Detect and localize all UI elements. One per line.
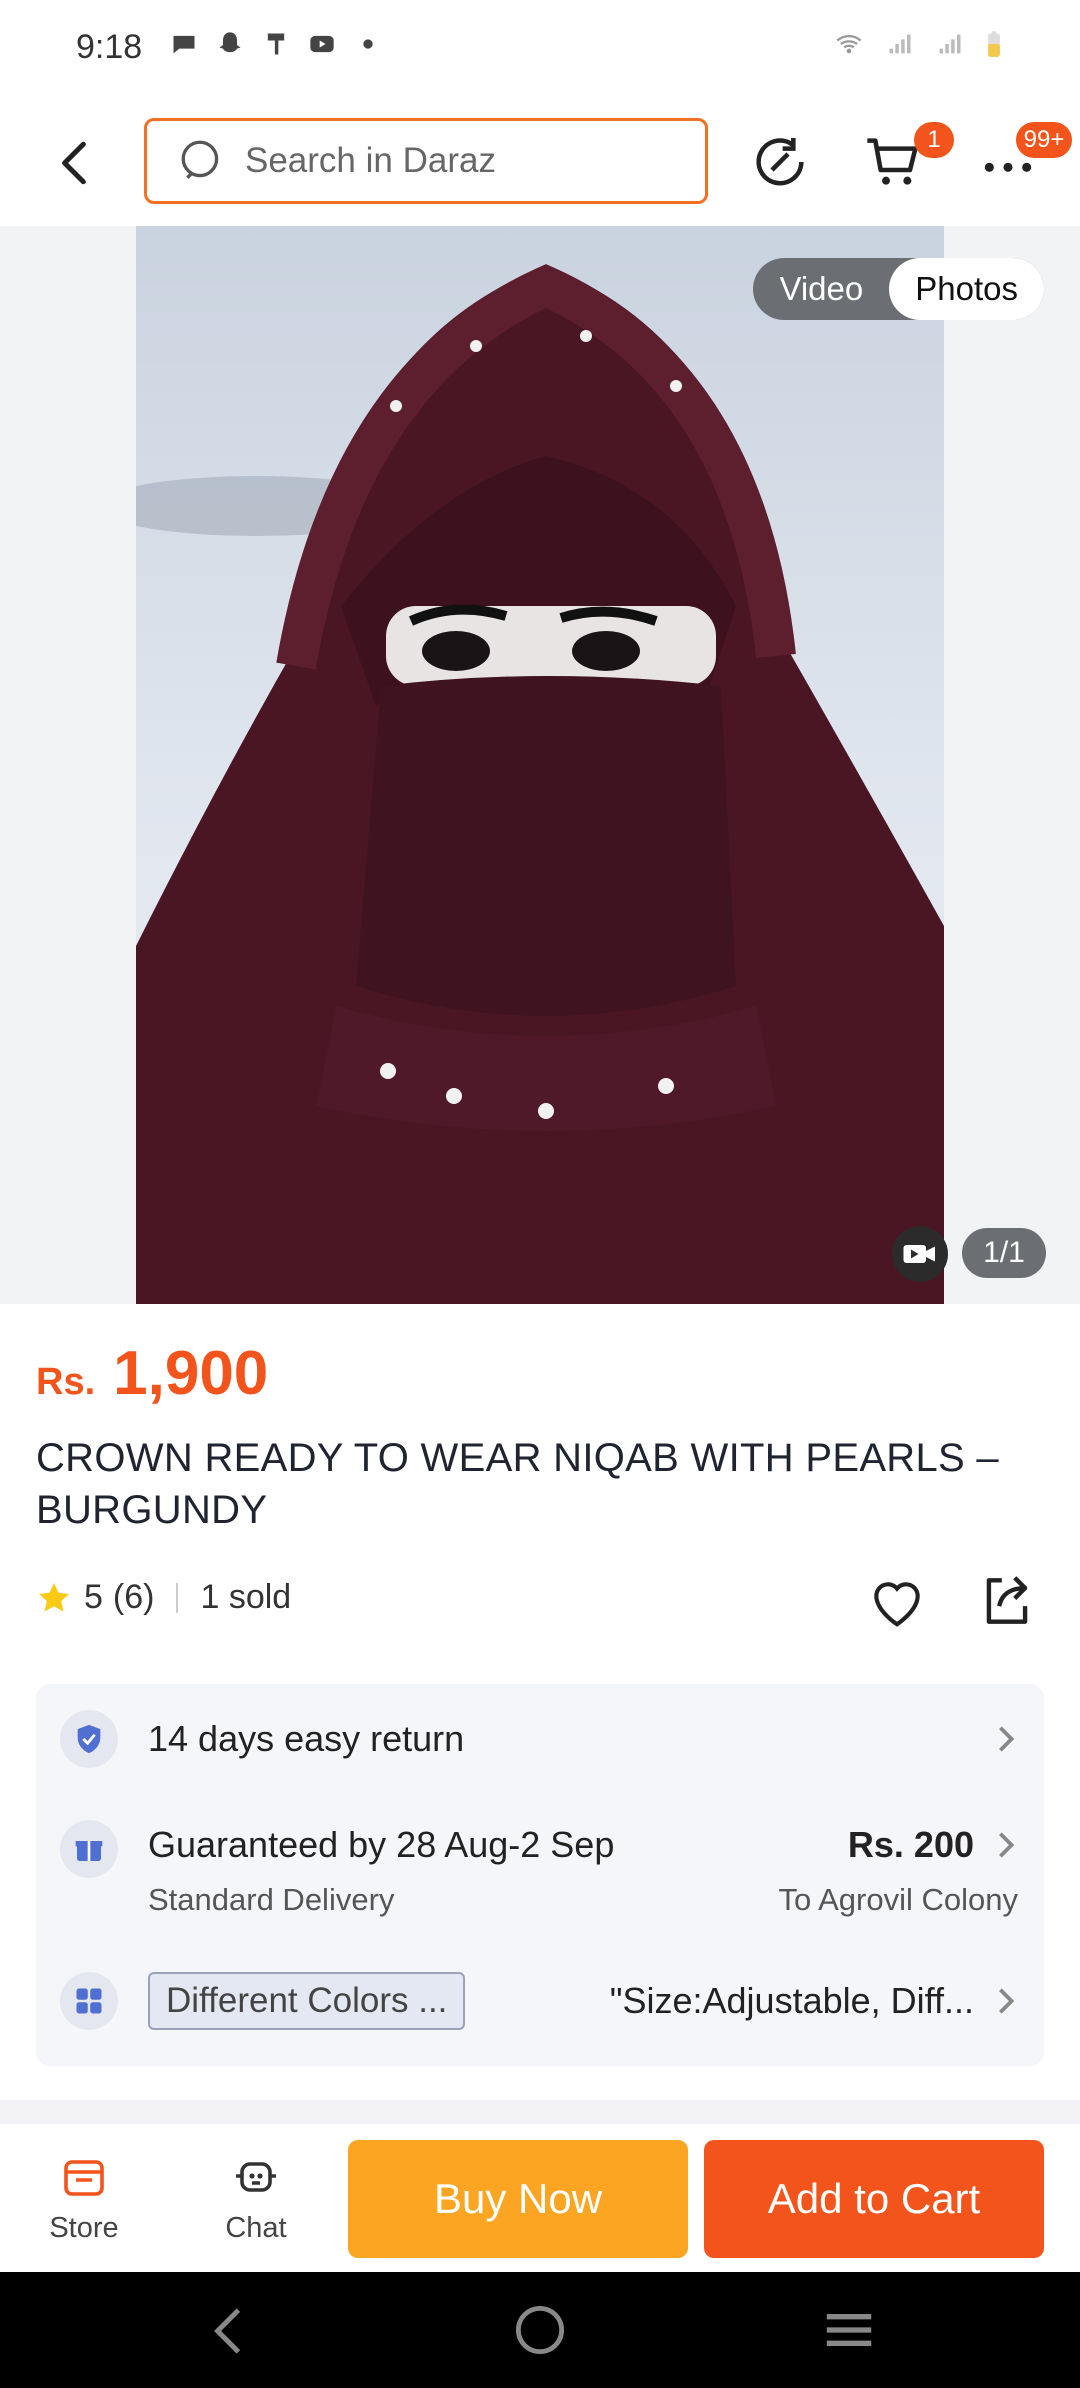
cart-badge: 1 bbox=[914, 122, 954, 158]
buy-now-button[interactable]: Buy Now bbox=[348, 2140, 688, 2258]
system-icons bbox=[832, 30, 1004, 58]
ghost-icon bbox=[219, 32, 241, 53]
search-placeholder: Search in Daraz bbox=[245, 141, 496, 180]
delivery-type: Standard Delivery bbox=[148, 1882, 395, 1917]
tab-photos[interactable]: Photos bbox=[889, 258, 1044, 320]
wifi-icon bbox=[836, 34, 862, 54]
product-price: Rs. 1,900 bbox=[36, 1338, 268, 1409]
chat-robot-icon bbox=[236, 2162, 276, 2192]
variant-row[interactable]: Different Colors ... "Size:Adjustable, D… bbox=[36, 1934, 1044, 2066]
store-icon bbox=[64, 2160, 104, 2196]
signal-icon-2 bbox=[939, 34, 961, 54]
delivery-date: Guaranteed by 28 Aug-2 Sep bbox=[148, 1824, 615, 1865]
status-bar: 9:18 bbox=[0, 0, 1080, 100]
nav-recents-icon[interactable] bbox=[822, 2310, 876, 2350]
youtube-icon bbox=[310, 35, 334, 53]
search-input[interactable]: Search in Daraz bbox=[144, 118, 708, 204]
wishlist-heart-icon[interactable] bbox=[866, 1570, 928, 1632]
rating-value: 5 bbox=[84, 1578, 103, 1616]
media-toggle: Video Photos bbox=[753, 258, 1044, 320]
rating-row[interactable]: 5 (6) 1 sold bbox=[36, 1578, 291, 1617]
delivery-row[interactable]: Guaranteed by 28 Aug-2 Sep Standard Deli… bbox=[36, 1794, 1044, 1934]
gift-box-icon bbox=[60, 1820, 118, 1878]
share-icon[interactable] bbox=[976, 1570, 1038, 1632]
refresh-share-icon[interactable] bbox=[748, 130, 812, 194]
return-policy-row[interactable]: 14 days easy return bbox=[36, 1684, 1044, 1794]
video-play-button[interactable] bbox=[892, 1226, 948, 1282]
niqab-photo bbox=[136, 226, 944, 1304]
product-gallery[interactable]: Video Photos 1/1 bbox=[0, 226, 1080, 1304]
image-pager: 1/1 bbox=[962, 1228, 1046, 1278]
chevron-right-icon bbox=[999, 1726, 1015, 1752]
battery-icon bbox=[988, 31, 1000, 57]
add-to-cart-button[interactable]: Add to Cart bbox=[704, 2140, 1044, 2258]
store-label: Store bbox=[49, 2212, 119, 2244]
section-divider bbox=[0, 2100, 1080, 2124]
divider bbox=[176, 1582, 179, 1613]
signal-icon bbox=[889, 34, 911, 54]
paint-roller-icon bbox=[267, 33, 285, 55]
service-card: 14 days easy return Guaranteed by 28 Aug… bbox=[36, 1684, 1044, 2066]
top-header: Search in Daraz 1 99+ bbox=[0, 100, 1080, 226]
rating-count: (6) bbox=[112, 1578, 155, 1616]
search-icon bbox=[181, 140, 219, 179]
variant-text: "Size:Adjustable, Diff... bbox=[609, 1980, 974, 2021]
bottom-action-bar: Store Chat Buy Now Add to Cart bbox=[0, 2124, 1080, 2272]
chat-label: Chat bbox=[225, 2212, 287, 2244]
delivery-location: To Agrovil Colony bbox=[778, 1882, 1018, 1917]
grid-icon bbox=[60, 1972, 118, 2030]
more-badge: 99+ bbox=[1016, 122, 1072, 158]
chevron-right-icon bbox=[999, 1832, 1015, 1858]
tab-video[interactable]: Video bbox=[753, 258, 889, 320]
delivery-fee: Rs. 200 bbox=[847, 1824, 974, 1865]
nav-back-icon[interactable] bbox=[208, 2306, 248, 2356]
store-button[interactable]: Store bbox=[24, 2154, 144, 2245]
shield-check-icon bbox=[60, 1710, 118, 1768]
product-title: CROWN READY TO WEAR NIQAB WITH PEARLS – … bbox=[36, 1436, 999, 1532]
status-time: 9:18 bbox=[76, 28, 143, 66]
chat-button[interactable]: Chat bbox=[196, 2154, 316, 2245]
dot-icon bbox=[363, 39, 373, 49]
nav-home-icon[interactable] bbox=[514, 2304, 566, 2356]
star-icon bbox=[39, 1582, 69, 1612]
video-camera-icon bbox=[903, 1245, 935, 1263]
chat-bubble-icon bbox=[173, 35, 195, 54]
price-currency: Rs. bbox=[36, 1361, 96, 1403]
variant-tag[interactable]: Different Colors ... bbox=[148, 1972, 466, 2030]
back-arrow-icon[interactable] bbox=[50, 135, 100, 191]
return-text: 14 days easy return bbox=[148, 1718, 465, 1759]
sold-count: 1 sold bbox=[200, 1578, 292, 1616]
system-nav-bar bbox=[0, 2272, 1080, 2388]
price-amount: 1,900 bbox=[113, 1339, 269, 1408]
chevron-right-icon bbox=[999, 1988, 1015, 2014]
product-image[interactable] bbox=[136, 226, 944, 1304]
notification-icons bbox=[170, 30, 382, 58]
